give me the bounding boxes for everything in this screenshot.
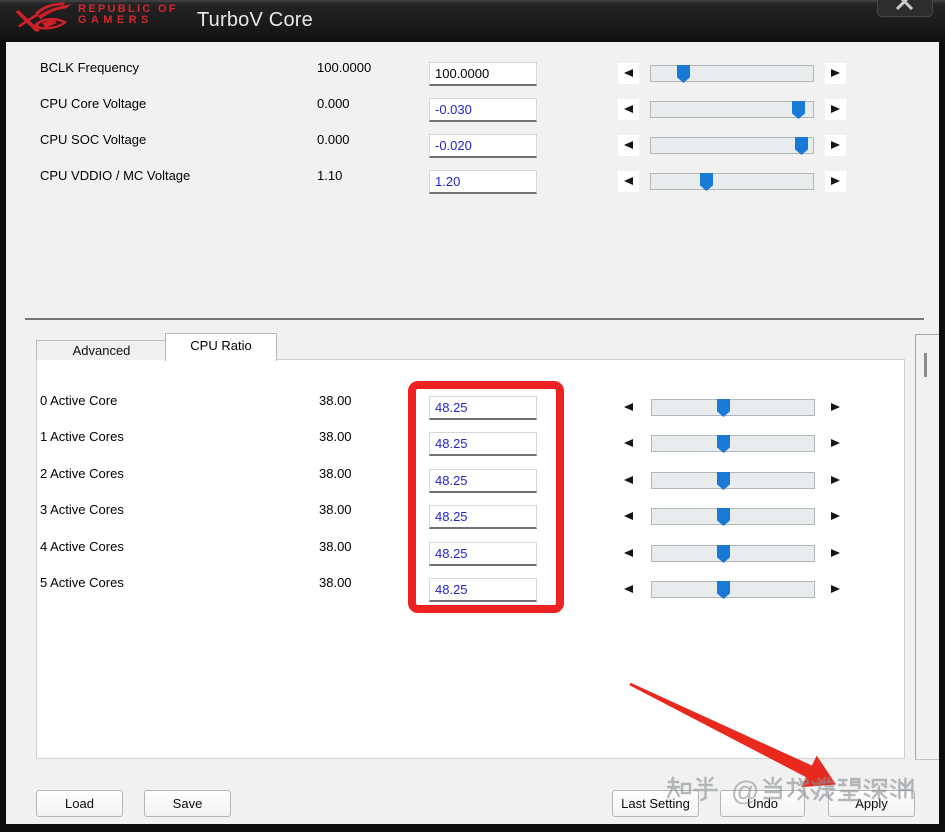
svg-text:@: @ <box>731 776 759 805</box>
